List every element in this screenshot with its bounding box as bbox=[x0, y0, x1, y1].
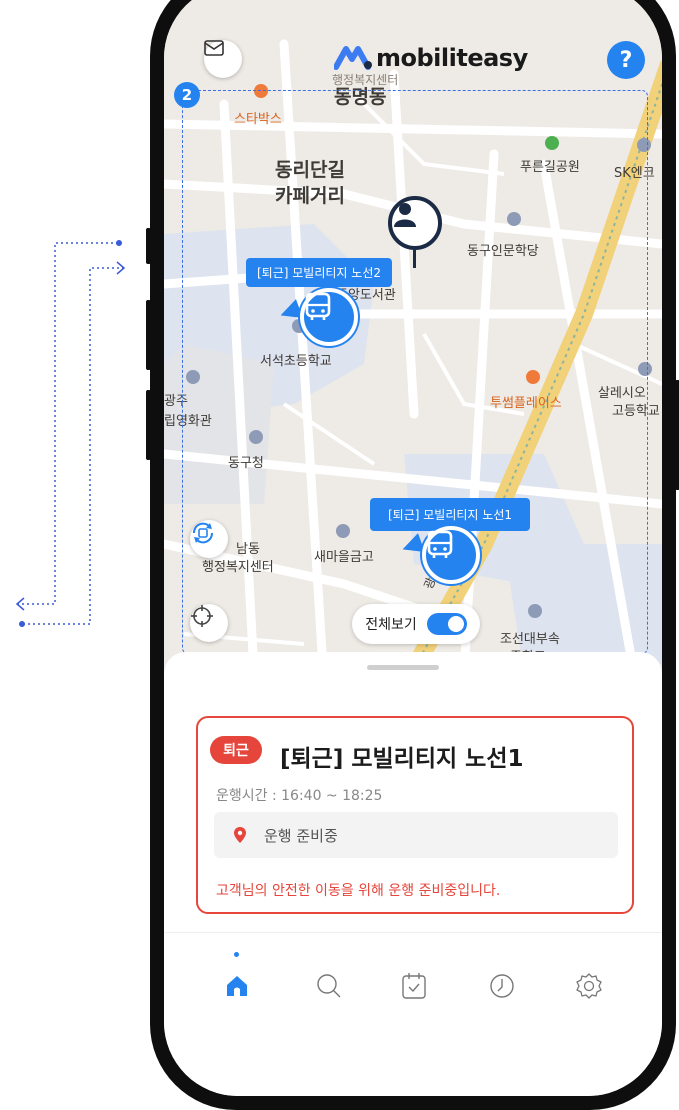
commute-badge: 퇴근 bbox=[210, 736, 262, 764]
calendar-check-icon bbox=[402, 973, 426, 999]
person-icon bbox=[394, 203, 416, 227]
nav-home[interactable] bbox=[217, 966, 257, 1006]
phone-mockup: 스타박스 행정복지센터 동명동 동리단길 카페거리 푸른길공원 SK엔크 동구인… bbox=[146, 0, 679, 1110]
nav-schedule[interactable] bbox=[394, 966, 434, 1006]
nav-settings[interactable] bbox=[569, 966, 609, 1006]
bus-marker-route1[interactable] bbox=[422, 526, 480, 584]
logo-mark-icon bbox=[334, 45, 372, 71]
nav-divider bbox=[164, 932, 662, 933]
nav-history[interactable] bbox=[482, 966, 522, 1006]
refresh-bus-button[interactable] bbox=[190, 520, 228, 558]
phone-power-button bbox=[675, 380, 679, 490]
phone-volume-up bbox=[146, 300, 151, 370]
crosshair-icon bbox=[191, 605, 213, 627]
bottom-navigation bbox=[164, 946, 662, 1026]
route-card[interactable]: 퇴근 [퇴근] 모빌리티지 노선1 운행시간 : 16:40 ~ 18:25 운… bbox=[196, 716, 634, 914]
brand-logo: mobiliteasy bbox=[334, 44, 528, 72]
brand-name: mobiliteasy bbox=[376, 44, 528, 72]
view-all-toggle-group[interactable]: 전체보기 bbox=[352, 604, 480, 644]
phone-volume-down bbox=[146, 390, 151, 460]
help-button[interactable]: ? bbox=[607, 41, 645, 79]
nav-search[interactable] bbox=[309, 966, 349, 1006]
mail-button[interactable] bbox=[204, 40, 242, 78]
bus-icon bbox=[427, 530, 453, 558]
step-badge: 2 bbox=[174, 82, 200, 108]
view-all-toggle[interactable] bbox=[426, 613, 467, 635]
user-location-pin bbox=[388, 196, 442, 250]
route-title: [퇴근] 모빌리티지 노선1 bbox=[280, 746, 524, 772]
clock-icon bbox=[490, 974, 514, 998]
view-all-label: 전체보기 bbox=[365, 617, 417, 633]
status-text: 운행 준비중 bbox=[264, 827, 338, 845]
bus-refresh-icon bbox=[192, 522, 214, 544]
bus-marker-route2[interactable] bbox=[300, 288, 358, 346]
status-notice: 고객님의 안전한 이동을 위해 운행 준비중입니다. bbox=[216, 883, 501, 899]
settings-icon bbox=[576, 973, 602, 999]
search-icon bbox=[317, 974, 341, 998]
map-view[interactable]: 스타박스 행정복지센터 동명동 동리단길 카페거리 푸른길공원 SK엔크 동구인… bbox=[164, 0, 662, 694]
toggle-knob bbox=[447, 616, 464, 632]
bottom-sheet: 퇴근 [퇴근] 모빌리티지 노선1 운행시간 : 16:40 ~ 18:25 운… bbox=[164, 652, 662, 1096]
status-box: 운행 준비중 bbox=[214, 812, 618, 858]
flow-connector bbox=[15, 240, 126, 627]
my-location-button[interactable] bbox=[190, 604, 228, 642]
map-bounds-frame bbox=[182, 90, 648, 654]
app-screen: 스타박스 행정복지센터 동명동 동리단길 카페거리 푸른길공원 SK엔크 동구인… bbox=[164, 0, 662, 1096]
mail-icon bbox=[204, 40, 224, 56]
active-indicator bbox=[234, 952, 239, 957]
bus-icon bbox=[305, 292, 331, 320]
home-icon bbox=[227, 976, 247, 996]
sheet-drag-handle[interactable] bbox=[367, 665, 439, 670]
user-pin-stem bbox=[413, 250, 416, 268]
route-time: 운행시간 : 16:40 ~ 18:25 bbox=[216, 788, 383, 804]
bus-tag-route2[interactable]: [퇴근] 모빌리티지 노선2 bbox=[246, 258, 392, 287]
phone-side-button bbox=[146, 228, 151, 264]
location-pin-icon bbox=[234, 827, 246, 843]
